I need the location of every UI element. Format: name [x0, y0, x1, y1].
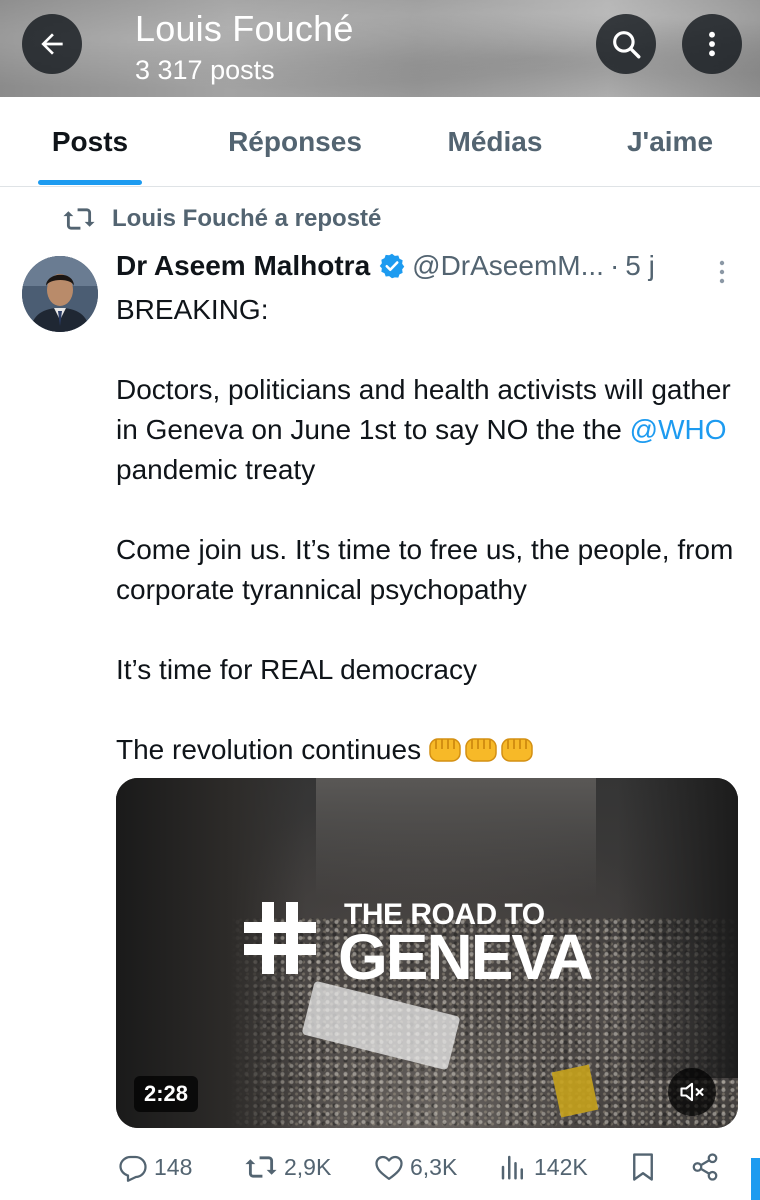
bookmark-button[interactable]: [630, 1146, 656, 1188]
repost-button[interactable]: 2,9K: [244, 1146, 331, 1188]
post-line: Come join us. It’s time to free us, the …: [116, 534, 734, 605]
tab-label: J'aime: [626, 126, 714, 157]
post-count: 3 317 posts: [135, 55, 275, 85]
fist-emoji-icon: [501, 738, 533, 762]
post-line: The revolution continues: [116, 730, 744, 770]
active-tab-indicator: [38, 180, 142, 185]
share-button[interactable]: [690, 1146, 720, 1188]
scroll-indicator: [751, 1158, 760, 1200]
profile-name: Louis Fouché: [135, 8, 354, 49]
share-icon: [692, 1153, 718, 1181]
post-line: BREAKING:: [116, 294, 269, 325]
search-icon: [613, 31, 641, 59]
post-text-segment: pandemic treaty: [116, 454, 316, 485]
repost-icon: [63, 208, 95, 230]
post-line: Doctors, politicians and health activist…: [116, 370, 744, 490]
view-count: 142K: [534, 1153, 588, 1180]
fist-emoji-icon: [465, 738, 497, 762]
video-title-line2: GENEVA: [338, 921, 594, 993]
tab-media[interactable]: Médias: [410, 97, 580, 187]
tab-posts[interactable]: Posts: [0, 97, 180, 187]
search-button[interactable]: [596, 14, 656, 74]
video-duration: 2:28: [134, 1076, 199, 1112]
post-action-bar: 148 2,9K 6,3K 142K: [116, 1146, 736, 1188]
profile-header: Louis Fouché 3 317 posts: [0, 0, 760, 97]
post-header: Dr Aseem Malhotra @DrAseemM... · 5 j: [116, 250, 736, 282]
more-vertical-icon: [709, 31, 715, 57]
mention-link[interactable]: @WHO: [630, 414, 727, 445]
fist-emoji-icon: [429, 738, 461, 762]
separator-dot: ·: [609, 250, 620, 281]
author-handle[interactable]: @DrAseemM...: [412, 250, 604, 282]
more-options-button[interactable]: [682, 14, 742, 74]
fist-emoji-group: [427, 733, 535, 765]
arrow-left-icon: [41, 33, 63, 55]
more-vertical-icon: [719, 260, 725, 284]
profile-tabs: Posts Réponses Médias J'aime: [0, 97, 760, 187]
post-line: It’s time for REAL democracy: [116, 654, 478, 685]
tab-label: Posts: [51, 126, 129, 157]
author-avatar[interactable]: [22, 256, 98, 332]
tab-replies[interactable]: Réponses: [180, 97, 410, 187]
hashtag-logo-icon: [244, 902, 316, 974]
back-button[interactable]: [22, 14, 82, 74]
like-count: 6,3K: [410, 1153, 458, 1180]
speaker-muted-icon: [680, 1082, 704, 1102]
post-text-segment: The revolution continues: [116, 734, 422, 765]
avatar-image: [22, 256, 98, 332]
repost-text: Louis Fouché a reposté: [112, 205, 382, 232]
post-more-button[interactable]: [712, 258, 732, 293]
repost-count: 2,9K: [284, 1153, 332, 1180]
reply-icon: [119, 1155, 147, 1182]
reply-count: 148: [154, 1153, 193, 1180]
tab-label: Médias: [447, 126, 543, 157]
views-chart-icon: [501, 1155, 523, 1180]
mute-button[interactable]: [668, 1068, 716, 1116]
post-text: BREAKING: Doctors, politicians and healt…: [116, 290, 744, 770]
bookmark-icon: [633, 1153, 653, 1181]
views-button[interactable]: 142K: [498, 1146, 588, 1188]
repost-icon: [245, 1156, 277, 1178]
tab-likes[interactable]: J'aime: [580, 97, 760, 187]
tab-label: Réponses: [228, 126, 362, 157]
post-timestamp[interactable]: 5 j: [625, 250, 655, 282]
author-name[interactable]: Dr Aseem Malhotra: [116, 250, 370, 282]
heart-icon: [375, 1155, 403, 1180]
video-player[interactable]: THE ROAD TO GENEVA 2:28: [116, 778, 738, 1128]
repost-context[interactable]: Louis Fouché a reposté: [62, 205, 381, 233]
verified-badge-icon: [378, 252, 406, 280]
reply-button[interactable]: 148: [118, 1146, 192, 1188]
like-button[interactable]: 6,3K: [374, 1146, 457, 1188]
